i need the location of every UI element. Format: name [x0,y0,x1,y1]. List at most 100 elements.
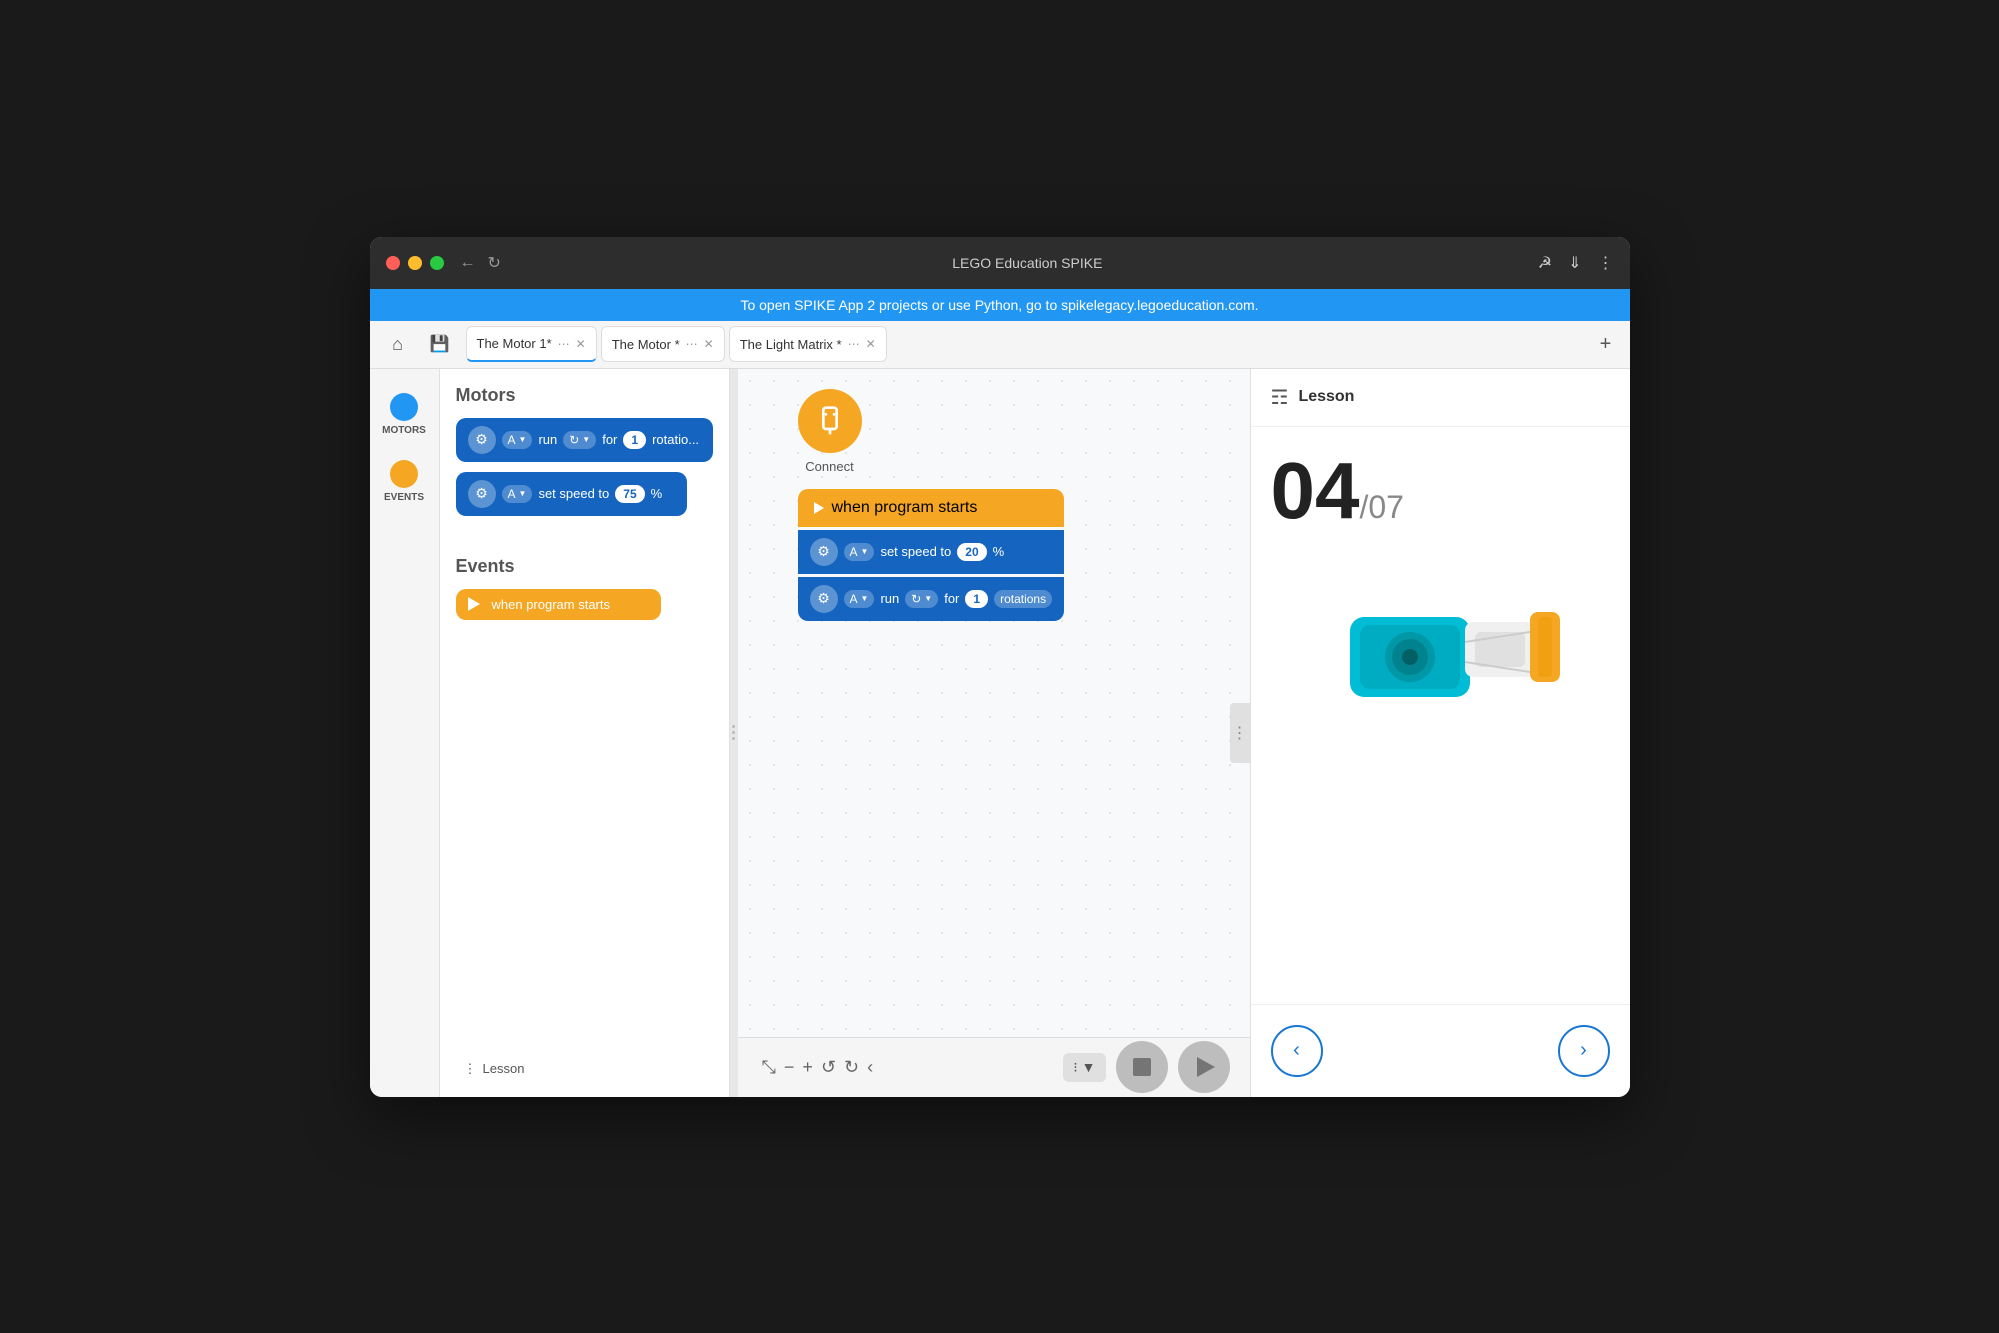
collapse-tool-button[interactable]: ⤡ [758,1053,780,1082]
motor-run-icon: ⚙ [468,426,496,454]
tab-lightmatrix[interactable]: The Light Matrix * ⋯ ✕ [729,326,887,362]
lesson-image [1271,547,1610,747]
canvas-speed-value[interactable]: 20 [957,543,986,561]
play-icon [468,597,480,611]
motor-speed-action: set speed to [538,486,609,501]
tab-lightmatrix-label: The Light Matrix * [740,337,842,352]
motor-speed-value[interactable]: 75 [615,485,644,503]
canvas-speed-icon: ⚙ [810,538,838,566]
stop-icon [1133,1058,1151,1076]
home-button[interactable]: ⌂ [378,324,418,364]
lesson-sidebar-button[interactable]: ⋮ Lesson [456,1057,713,1081]
puzzle-icon[interactable]: ☭ [1538,253,1552,273]
tab-motor-close[interactable]: ✕ [704,337,714,351]
connect-label: Connect [805,459,853,474]
refresh-button[interactable]: ↻ [488,253,501,273]
collapse-lesson-button[interactable]: ⋮ [1230,703,1250,763]
canvas-play-icon [814,502,824,514]
menu-icon[interactable]: ⋮ [1598,253,1614,273]
tab-motor-more[interactable]: ⋯ [686,337,698,351]
tab-motor[interactable]: The Motor * ⋯ ✕ [601,326,725,362]
lesson-number-section: 04 /07 [1271,451,1404,531]
redo-button[interactable]: ↻ [840,1053,863,1082]
canvas-area[interactable]: Connect when program starts ⚙ A ▼ set sp… [738,369,1250,1097]
canvas-speed-action: set speed to [880,544,951,559]
when-program-label: when program starts [492,597,611,612]
canvas-bottom-toolbar: ⤡ − + ↺ ↻ ‹ ⁝ ▼ [738,1037,1250,1097]
play-button[interactable] [1178,1041,1230,1093]
events-dot [390,460,418,488]
tab-motor1[interactable]: The Motor 1* ⋯ ✕ [466,326,597,362]
canvas-speed-block[interactable]: ⚙ A ▼ set speed to 20 % [798,530,1065,574]
canvas-run-block[interactable]: ⚙ A ▼ run ↻ ▼ for 1 rotations [798,577,1065,621]
motor-run-block[interactable]: ⚙ A ▼ run ↻ ▼ for 1 rotatio... [456,418,713,462]
zoom-out-button[interactable]: − [780,1053,799,1082]
tab-lightmatrix-more[interactable]: ⋯ [848,337,860,351]
grid-dropdown-arrow: ▼ [1082,1059,1096,1075]
download-icon[interactable]: ⇓ [1568,253,1581,273]
tab-lightmatrix-close[interactable]: ✕ [866,337,876,351]
motors-title: Motors [456,385,713,406]
lesson-sidebar-dots: ⋮ [464,1061,477,1077]
playback-section: ⁝ ▼ [1063,1041,1229,1093]
canvas-run-unit[interactable]: rotations [994,590,1052,608]
play-icon [1197,1057,1215,1077]
motor-run-direction[interactable]: ↻ ▼ [563,431,596,449]
back-nav-button[interactable]: ← [460,253,476,273]
blocks-bottom: ⋮ Lesson [456,1037,713,1081]
nav-buttons: ← ↻ [460,253,501,273]
motors-dot [390,393,418,421]
lesson-panel: ☶ Lesson 04 /07 [1250,369,1630,1097]
back-tool-button[interactable]: ‹ [863,1053,877,1082]
resize-dots [732,725,735,740]
sidebar-nav: MOTORS EVENTS [370,369,440,1097]
tab-motor1-more[interactable]: ⋯ [558,337,570,351]
connect-button[interactable]: Connect [798,389,862,474]
stop-button[interactable] [1116,1041,1168,1093]
app-window: ← ↻ LEGO Education SPIKE ☭ ⇓ ⋮ To open S… [370,237,1630,1097]
canvas-run-value[interactable]: 1 [965,590,988,608]
lesson-nav: ‹ › [1251,1004,1630,1097]
motor-run-unit: rotatio... [652,432,699,447]
add-tab-button[interactable]: + [1590,328,1622,360]
zoom-in-button[interactable]: + [798,1053,817,1082]
motor-speed-port[interactable]: A ▼ [502,485,533,503]
tab-motor-label: The Motor * [612,337,680,352]
close-button[interactable] [386,256,400,270]
lesson-header-title: Lesson [1298,388,1354,406]
lesson-prev-button[interactable]: ‹ [1271,1025,1323,1077]
sidebar-item-motors[interactable]: MOTORS [374,385,434,444]
traffic-lights [386,256,444,270]
tab-motor1-label: The Motor 1* [477,336,552,351]
tab-motor1-close[interactable]: ✕ [576,337,586,351]
canvas-program-group: when program starts ⚙ A ▼ set speed to 2… [798,489,1065,621]
motor-speed-block[interactable]: ⚙ A ▼ set speed to 75 % [456,472,687,516]
motors-section: Motors ⚙ A ▼ run ↻ ▼ for 1 rotatio... ⚙ … [456,385,713,524]
lesson-next-button[interactable]: › [1558,1025,1610,1077]
save-button[interactable]: 💾 [422,326,458,362]
motor-illustration [1290,557,1590,737]
blocks-panel: Motors ⚙ A ▼ run ↻ ▼ for 1 rotatio... ⚙ … [440,369,730,1097]
motor-run-port[interactable]: A ▼ [502,431,533,449]
minimize-button[interactable] [408,256,422,270]
canvas-when-block[interactable]: when program starts [798,489,1065,527]
undo-button[interactable]: ↺ [817,1053,840,1082]
lesson-number: 04 [1271,451,1360,531]
canvas-when-label: when program starts [832,499,978,517]
motor-speed-icon: ⚙ [468,480,496,508]
canvas-run-icon: ⚙ [810,585,838,613]
resize-handle[interactable] [730,369,738,1097]
connect-icon [798,389,862,453]
lesson-header-icon: ☶ [1271,385,1289,410]
canvas-run-direction[interactable]: ↻ ▼ [905,590,938,608]
grid-button[interactable]: ⁝ ▼ [1063,1053,1105,1082]
sidebar-item-events[interactable]: EVENTS [374,452,434,511]
canvas-run-port[interactable]: A ▼ [844,590,875,608]
canvas-speed-port[interactable]: A ▼ [844,543,875,561]
events-section: Events when program starts [456,556,713,628]
when-program-starts-block[interactable]: when program starts [456,589,662,620]
maximize-button[interactable] [430,256,444,270]
titlebar-actions: ☭ ⇓ ⋮ [1538,253,1614,273]
motor-run-value[interactable]: 1 [623,431,646,449]
tabbar: ⌂ 💾 The Motor 1* ⋯ ✕ The Motor * ⋯ ✕ The… [370,321,1630,369]
